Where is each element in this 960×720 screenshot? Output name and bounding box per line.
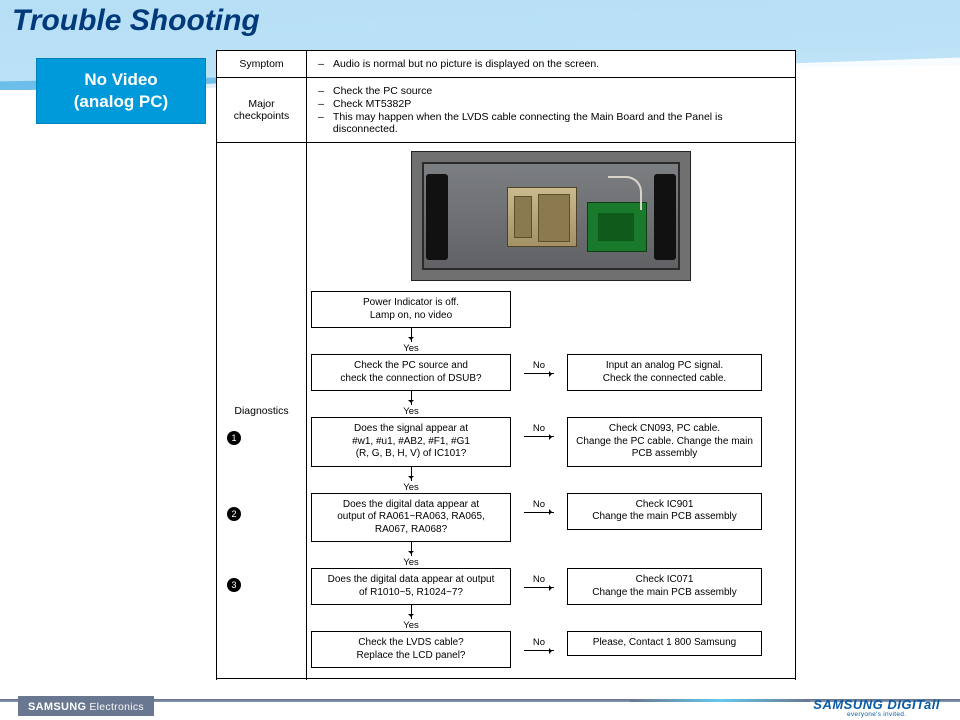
no-4: No bbox=[533, 568, 545, 585]
row-checkpoints: Major checkpoints –Check the PC source –… bbox=[217, 78, 795, 143]
no-2: No bbox=[533, 417, 545, 434]
footer: SAMSUNG Electronics SAMSUNG DIGITall eve… bbox=[0, 680, 960, 720]
row-symptom: Symptom –Audio is normal but no picture … bbox=[217, 51, 795, 78]
footer-digitall: SAMSUNG DIGITall everyone's invited. bbox=[813, 697, 940, 718]
flowchart: Power Indicator is off. Lamp on, no vide… bbox=[311, 291, 791, 668]
footer-brand: SAMSUNG Electronics bbox=[18, 696, 154, 716]
label-symptom: Symptom bbox=[217, 51, 307, 77]
value-checkpoints: –Check the PC source –Check MT5382P –Thi… bbox=[307, 78, 795, 142]
flow-side-4: Check IC071 Change the main PCB assembly bbox=[567, 568, 762, 605]
flow-box-1: Check the PC source and check the connec… bbox=[311, 354, 511, 391]
yes-1: Yes bbox=[311, 406, 511, 417]
checkpoint-2: This may happen when the LVDS cable conn… bbox=[333, 111, 785, 135]
flow-box-4: Does the digital data appear at output o… bbox=[311, 568, 511, 605]
label-diagnostics: Diagnostics bbox=[217, 143, 307, 678]
step-num-2: 2 bbox=[227, 507, 241, 521]
row-diagnostics: Diagnostics Power Indicator is off. Lamp… bbox=[217, 143, 795, 679]
yes-0: Yes bbox=[311, 343, 511, 354]
digitall-word: SAMSUNG DIGITall bbox=[813, 697, 940, 712]
flow-side-2: Check CN093, PC cable. Change the PC cab… bbox=[567, 417, 762, 467]
symptom-text: Audio is normal but no picture is displa… bbox=[333, 58, 599, 70]
flow-box-0: Power Indicator is off. Lamp on, no vide… bbox=[311, 291, 511, 328]
flow-side-1: Input an analog PC signal. Check the con… bbox=[567, 354, 762, 391]
badge-line1: No Video bbox=[43, 69, 199, 91]
diagnostics-area: Power Indicator is off. Lamp on, no vide… bbox=[307, 143, 795, 678]
step-num-3: 3 bbox=[227, 578, 241, 592]
no-5: No bbox=[533, 631, 545, 648]
flow-side-3: Check IC901 Change the main PCB assembly bbox=[567, 493, 762, 530]
no-3: No bbox=[533, 493, 545, 510]
troubleshoot-sheet: Symptom –Audio is normal but no picture … bbox=[216, 50, 796, 704]
yes-3: Yes bbox=[311, 557, 511, 568]
badge-line2: (analog PC) bbox=[43, 91, 199, 113]
flow-box-2: Does the signal appear at #w1, #u1, #AB2… bbox=[311, 417, 511, 467]
topic-badge: No Video (analog PC) bbox=[36, 58, 206, 124]
checkpoint-0: Check the PC source bbox=[333, 85, 432, 97]
brand-sub: Electronics bbox=[89, 701, 144, 713]
flow-side-5: Please, Contact 1 800 Samsung bbox=[567, 631, 762, 656]
yes-2: Yes bbox=[311, 482, 511, 493]
value-symptom: –Audio is normal but no picture is displ… bbox=[307, 51, 795, 77]
label-checkpoints: Major checkpoints bbox=[217, 78, 307, 142]
flow-box-3: Does the digital data appear at output o… bbox=[311, 493, 511, 543]
page-title: Trouble Shooting bbox=[12, 4, 260, 38]
digitall-tag: everyone's invited. bbox=[813, 711, 940, 718]
no-1: No bbox=[533, 354, 545, 371]
brand-word: SAMSUNG bbox=[28, 701, 86, 713]
flow-box-5: Check the LVDS cable? Replace the LCD pa… bbox=[311, 631, 511, 668]
checkpoint-1: Check MT5382P bbox=[333, 98, 411, 110]
step-num-1: 1 bbox=[227, 431, 241, 445]
board-photo bbox=[411, 151, 691, 281]
yes-4: Yes bbox=[311, 620, 511, 631]
